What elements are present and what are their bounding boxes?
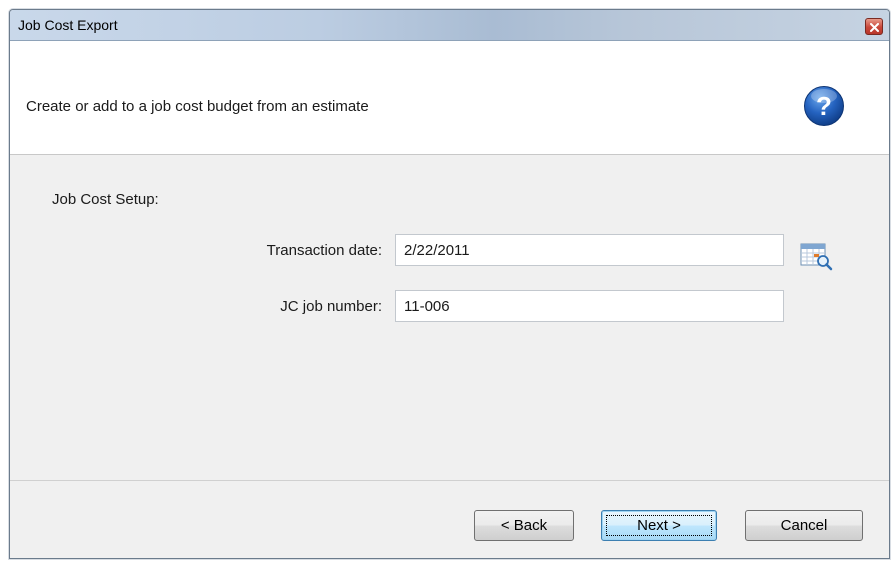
header-description: Create or add to a job cost budget from … [26, 98, 369, 115]
job-number-field[interactable] [395, 290, 784, 322]
close-icon [870, 22, 879, 32]
window-title: Job Cost Export [18, 17, 118, 33]
job-number-label: JC job number: [280, 298, 382, 315]
title-bar[interactable]: Job Cost Export [10, 10, 889, 41]
footer-button-bar: < Back Next > Cancel [10, 480, 889, 558]
transaction-date-field[interactable] [395, 234, 784, 266]
help-icon[interactable]: ? [803, 85, 845, 127]
close-button[interactable] [865, 18, 883, 35]
svg-text:?: ? [816, 91, 832, 121]
section-label-job-cost-setup: Job Cost Setup: [52, 191, 159, 208]
header-panel: Create or add to a job cost budget from … [10, 41, 889, 155]
job-cost-export-dialog: Job Cost Export Create or add to a job c… [9, 9, 890, 559]
next-button[interactable]: Next > [601, 510, 717, 541]
content-panel: Job Cost Setup: Transaction date: JC job… [10, 155, 889, 475]
back-button[interactable]: < Back [474, 510, 574, 541]
cancel-button[interactable]: Cancel [745, 510, 863, 541]
transaction-date-label: Transaction date: [266, 242, 382, 259]
focus-ring [606, 515, 712, 536]
calendar-icon[interactable] [799, 241, 833, 271]
